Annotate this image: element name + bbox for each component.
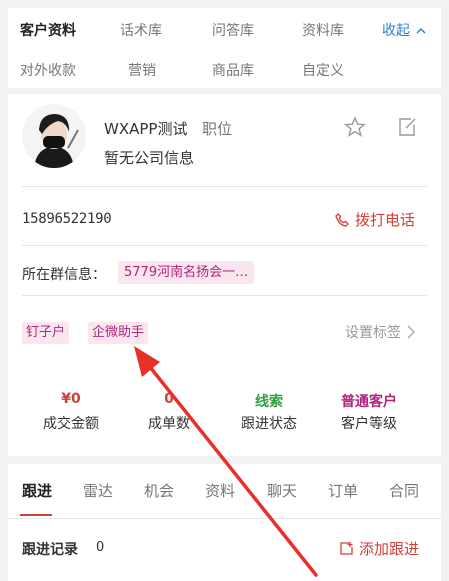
nav-item-customer-profile[interactable]: 客户资料 [20,20,76,40]
dial-button[interactable]: 拨打电话 [335,209,415,230]
stat-follow-status: 线索 跟进状态 [224,391,314,433]
stat-order-count: 0 成单数 [124,391,214,433]
avatar [22,104,86,168]
stat-label: 跟进状态 [241,416,297,432]
tab-contracts[interactable]: 合同 [389,480,419,501]
nav-item-resource-library[interactable]: 资料库 [302,20,344,40]
stat-label: 成单数 [148,416,190,432]
group-info-value[interactable]: 5779河南名扬会一… [118,261,255,284]
nav-item-qa-library[interactable]: 问答库 [212,20,254,40]
group-info-label: 所在群信息： [22,267,106,283]
divider [22,245,427,246]
top-nav: 客户资料 话术库 问答库 资料库 收起 对外收款 营销 商品库 自定义 [8,8,441,88]
set-tags-label: 设置标签 [345,325,401,341]
tab-chat[interactable]: 聊天 [267,480,297,501]
tabs-panel: 跟进 雷达 机会 资料 聊天 订单 合同 跟进记录 0 添加跟进 [8,464,441,581]
nav-item-script-library[interactable]: 话术库 [120,20,162,40]
nav-item-marketing[interactable]: 营销 [128,60,156,80]
tab-radar[interactable]: 雷达 [83,480,113,501]
stat-customer-level: 普通客户 客户等级 [324,391,414,433]
collapse-button[interactable]: 收起 [382,20,426,40]
stat-value: 线索 [255,394,283,410]
chevron-up-icon [416,28,426,34]
tab-opportunity[interactable]: 机会 [144,480,174,501]
customer-company: 暂无公司信息 [104,149,195,167]
collapse-label: 收起 [382,23,410,39]
tab-materials[interactable]: 资料 [205,480,235,501]
add-follow-up-label: 添加跟进 [358,540,419,558]
nav-item-product-library[interactable]: 商品库 [212,60,254,80]
customer-card: WXAPP测试 职位 暂无公司信息 15896522190 拨打电话 所在群信息… [8,94,441,456]
edit-icon[interactable] [396,116,418,138]
stat-label: 客户等级 [341,416,397,432]
tab-orders[interactable]: 订单 [328,480,358,501]
stat-value: 普通客户 [341,394,397,410]
stat-deal-amount: ¥0 成交金额 [26,391,116,433]
tag-chip: 企微助手 [88,322,149,344]
stat-value: ¥0 [61,391,81,407]
divider [22,186,427,187]
divider [22,295,427,296]
phone-number: 15896522190 [22,211,112,227]
tag-chip: 钉子户 [22,322,70,344]
nav-item-external-payment[interactable]: 对外收款 [20,60,76,80]
stat-value: 0 [164,391,174,407]
follow-up-records-label: 跟进记录 [22,542,78,558]
avatar-portrait-icon [22,104,86,168]
tab-follow-up[interactable]: 跟进 [22,480,52,501]
follow-up-records-count: 0 [96,540,105,555]
set-tags-button[interactable]: 设置标签 [345,322,415,342]
dial-label: 拨打电话 [354,211,415,229]
phone-icon [335,212,349,227]
customer-name: WXAPP测试 [104,120,188,138]
star-icon[interactable] [344,116,366,138]
add-follow-up-button[interactable]: 添加跟进 [339,538,419,559]
divider [8,518,441,519]
nav-item-custom[interactable]: 自定义 [302,60,344,80]
chevron-right-icon [407,325,415,339]
add-note-icon [340,542,353,555]
active-tab-indicator [20,514,52,516]
stat-label: 成交金额 [43,416,99,432]
customer-position: 职位 [202,120,233,138]
